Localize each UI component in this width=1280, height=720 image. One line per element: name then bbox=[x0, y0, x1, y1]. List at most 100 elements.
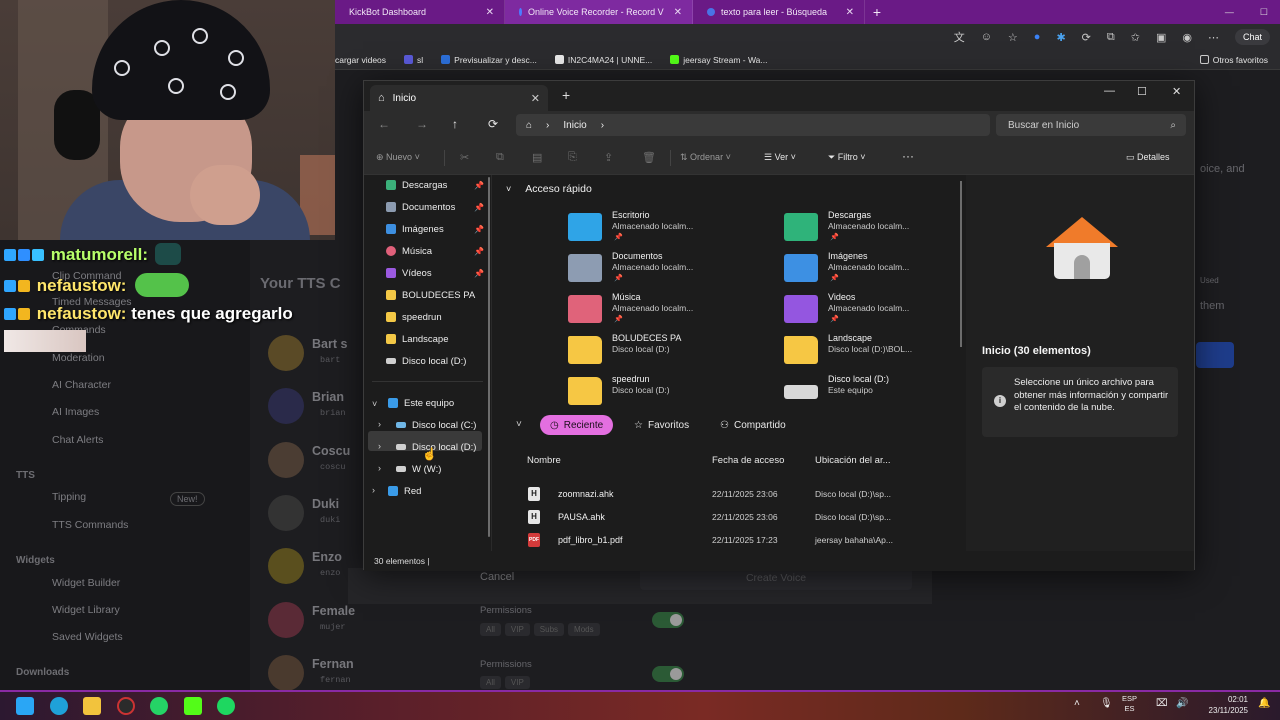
perm-chip-all[interactable]: All bbox=[480, 676, 501, 689]
rename-icon[interactable]: ⎘ bbox=[568, 151, 577, 164]
cancel-button[interactable]: Cancel bbox=[480, 571, 514, 583]
close-icon[interactable]: ✕ bbox=[531, 92, 540, 105]
extension-icon[interactable]: ● bbox=[1034, 31, 1041, 43]
clock[interactable]: 02:01 23/11/2025 bbox=[1200, 694, 1248, 716]
chevron-right-icon[interactable]: › bbox=[601, 120, 604, 131]
browser-tab-voice-recorder[interactable]: Online Voice Recorder - Record V ✕ bbox=[505, 0, 693, 24]
perm-chip-mods[interactable]: Mods bbox=[568, 623, 600, 636]
quick-access-item[interactable]: Escritorio Almacenado localm... 📌 bbox=[568, 209, 768, 249]
whatsapp-icon[interactable] bbox=[150, 697, 168, 715]
volume-icon[interactable]: 🔊 bbox=[1176, 698, 1188, 709]
minimize-button[interactable]: — bbox=[1104, 85, 1115, 97]
close-icon[interactable]: ✕ bbox=[836, 7, 854, 18]
column-header-date[interactable]: Fecha de acceso bbox=[712, 455, 784, 466]
more-options-button[interactable]: ··· bbox=[902, 149, 914, 163]
new-tab-button[interactable]: + bbox=[865, 4, 889, 20]
perm-chip-subs[interactable]: Subs bbox=[533, 623, 565, 636]
pin-icon[interactable]: 📌 bbox=[474, 247, 484, 256]
star-icon[interactable]: ☆ bbox=[1008, 31, 1018, 44]
quick-access-item[interactable]: Música Almacenado localm... 📌 bbox=[568, 291, 768, 331]
chevron-right-icon[interactable]: › bbox=[372, 485, 375, 495]
refresh-icon[interactable]: ⟳ bbox=[1082, 31, 1091, 44]
sidebar-item-saved-widgets[interactable]: Saved Widgets bbox=[52, 631, 123, 643]
quick-access-item[interactable]: Landscape Disco local (D:)\BOL... bbox=[784, 332, 984, 372]
filter-button[interactable]: ⏷ Filtro ˅ bbox=[828, 152, 865, 163]
table-row[interactable]: PDF pdf_libro_b1.pdf 22/11/2025 17:23 jeers… bbox=[500, 530, 960, 552]
nav-item-descargas[interactable]: Descargas 📌 bbox=[386, 175, 484, 195]
pin-icon[interactable]: 📌 bbox=[474, 181, 484, 190]
perm-chip-vip[interactable]: VIP bbox=[504, 676, 530, 689]
perm-chip-all[interactable]: All bbox=[480, 623, 501, 636]
nav-item-boludeces[interactable]: BOLUDECES PA bbox=[386, 285, 475, 305]
spotify-icon[interactable] bbox=[217, 697, 235, 715]
quick-access-item[interactable]: BOLUDECES PA Disco local (D:) bbox=[568, 332, 768, 372]
share-icon[interactable]: ⇪ bbox=[604, 151, 613, 164]
browser-tab-search[interactable]: texto para leer - Búsqueda ✕ bbox=[693, 0, 865, 24]
microphone-icon[interactable]: 🎙 bbox=[1100, 698, 1113, 709]
edge-icon[interactable] bbox=[50, 697, 68, 715]
favorites-icon[interactable]: ✩ bbox=[1131, 31, 1140, 44]
chevron-right-icon[interactable]: › bbox=[378, 441, 381, 451]
sidebar-item-widget-builder[interactable]: Widget Builder bbox=[52, 577, 120, 589]
pin-icon[interactable]: 📌 bbox=[474, 225, 484, 234]
maximize-button[interactable]: ☐ bbox=[1137, 85, 1147, 98]
table-row[interactable]: Hzoomnazi.ahk 22/11/2025 23:06 Disco local… bbox=[500, 484, 960, 506]
voice-toggle[interactable] bbox=[652, 612, 684, 628]
nav-item-w-drive[interactable]: W (W:) bbox=[396, 459, 441, 479]
nav-item-videos[interactable]: Vídeos 📌 bbox=[386, 263, 484, 283]
explorer-tab-inicio[interactable]: ⌂ Inicio ✕ bbox=[370, 85, 548, 111]
sidebar-item-chat-alerts[interactable]: Chat Alerts bbox=[52, 434, 103, 446]
nav-item-imagenes[interactable]: Imágenes 📌 bbox=[386, 219, 484, 239]
browser-tab-kickbot[interactable]: KickBot Dashboard ✕ bbox=[335, 0, 505, 24]
nav-item-este-equipo[interactable]: Este equipo bbox=[388, 393, 454, 413]
filter-shared[interactable]: ⚇ Compartido bbox=[710, 415, 796, 435]
sidebar-item-widget-library[interactable]: Widget Library bbox=[52, 604, 120, 616]
file-explorer-icon[interactable] bbox=[83, 697, 101, 715]
bookmark-item[interactable]: sl bbox=[404, 54, 423, 65]
windows-start-icon[interactable] bbox=[16, 697, 34, 715]
nav-item-landscape[interactable]: Landscape bbox=[386, 329, 448, 349]
notifications-icon[interactable]: 🔔 bbox=[1258, 698, 1270, 709]
copilot-chat-button[interactable]: Chat bbox=[1234, 29, 1270, 45]
refresh-button[interactable]: ⟳ bbox=[488, 117, 498, 131]
nav-item-red[interactable]: Red bbox=[388, 481, 421, 501]
split-screen-icon[interactable]: ⧉ bbox=[1107, 31, 1115, 44]
quick-access-item[interactable]: Descargas Almacenado localm... 📌 bbox=[784, 209, 984, 249]
sidebar-item-moderation[interactable]: Moderation bbox=[52, 352, 105, 364]
delete-icon[interactable]: 🗑 bbox=[642, 151, 656, 164]
language-indicator[interactable]: ESP ES bbox=[1122, 694, 1137, 714]
sort-button[interactable]: ⇅ Ordenar ˅ bbox=[680, 152, 731, 163]
forward-button[interactable]: → bbox=[416, 117, 428, 131]
cut-icon[interactable]: ✂ bbox=[460, 151, 469, 164]
quick-access-item[interactable]: Imágenes Almacenado localm... 📌 bbox=[784, 250, 984, 290]
new-button[interactable]: ⊕ Nuevo ˅ bbox=[376, 152, 420, 163]
table-row[interactable]: H PAUSA.ahk 22/11/2025 23:06 Disco local (D… bbox=[500, 507, 960, 529]
close-icon[interactable]: ✕ bbox=[664, 7, 682, 18]
filter-recent[interactable]: ◷ Reciente bbox=[540, 415, 614, 435]
nav-item-documentos[interactable]: Documentos 📌 bbox=[386, 197, 484, 217]
maximize-icon[interactable]: ☐ bbox=[1260, 7, 1268, 18]
read-aloud-icon[interactable]: 文 bbox=[954, 29, 965, 45]
network-icon[interactable]: ⌧ bbox=[1156, 698, 1168, 709]
pin-icon[interactable]: 📌 bbox=[474, 269, 484, 278]
kick-icon[interactable] bbox=[184, 697, 202, 715]
column-header-name[interactable]: Nombre bbox=[527, 455, 561, 466]
sidebar-item-ai-images[interactable]: AI Images bbox=[52, 406, 99, 418]
other-bookmarks[interactable]: Otros favoritos bbox=[1199, 54, 1280, 65]
bookmark-item[interactable]: cargar videos bbox=[335, 55, 386, 65]
translate-icon[interactable]: ✱ bbox=[1056, 31, 1065, 44]
chevron-down-icon[interactable]: ˅ bbox=[516, 419, 522, 430]
paste-icon[interactable]: ▤ bbox=[532, 151, 542, 164]
quick-access-item[interactable]: Documentos Almacenado localm... 📌 bbox=[568, 250, 768, 290]
close-icon[interactable]: ✕ bbox=[476, 7, 494, 18]
quick-access-item[interactable]: Videos Almacenado localm... 📌 bbox=[784, 291, 984, 331]
collections-icon[interactable]: ▣ bbox=[1156, 31, 1166, 44]
bookmark-item[interactable]: Previsualizar y desc... bbox=[441, 54, 537, 65]
nav-item-speedrun[interactable]: speedrun bbox=[386, 307, 442, 327]
nav-item-disco-d[interactable]: Disco local (D:) bbox=[386, 351, 466, 371]
address-bar[interactable]: ⌂ › Inicio › bbox=[516, 114, 990, 136]
chevron-right-icon[interactable]: › bbox=[378, 419, 381, 429]
profile-icon[interactable]: ◉ bbox=[1182, 31, 1192, 44]
column-header-location[interactable]: Ubicación del ar... bbox=[815, 455, 891, 466]
sidebar-item-tipping[interactable]: Tipping bbox=[52, 491, 86, 503]
